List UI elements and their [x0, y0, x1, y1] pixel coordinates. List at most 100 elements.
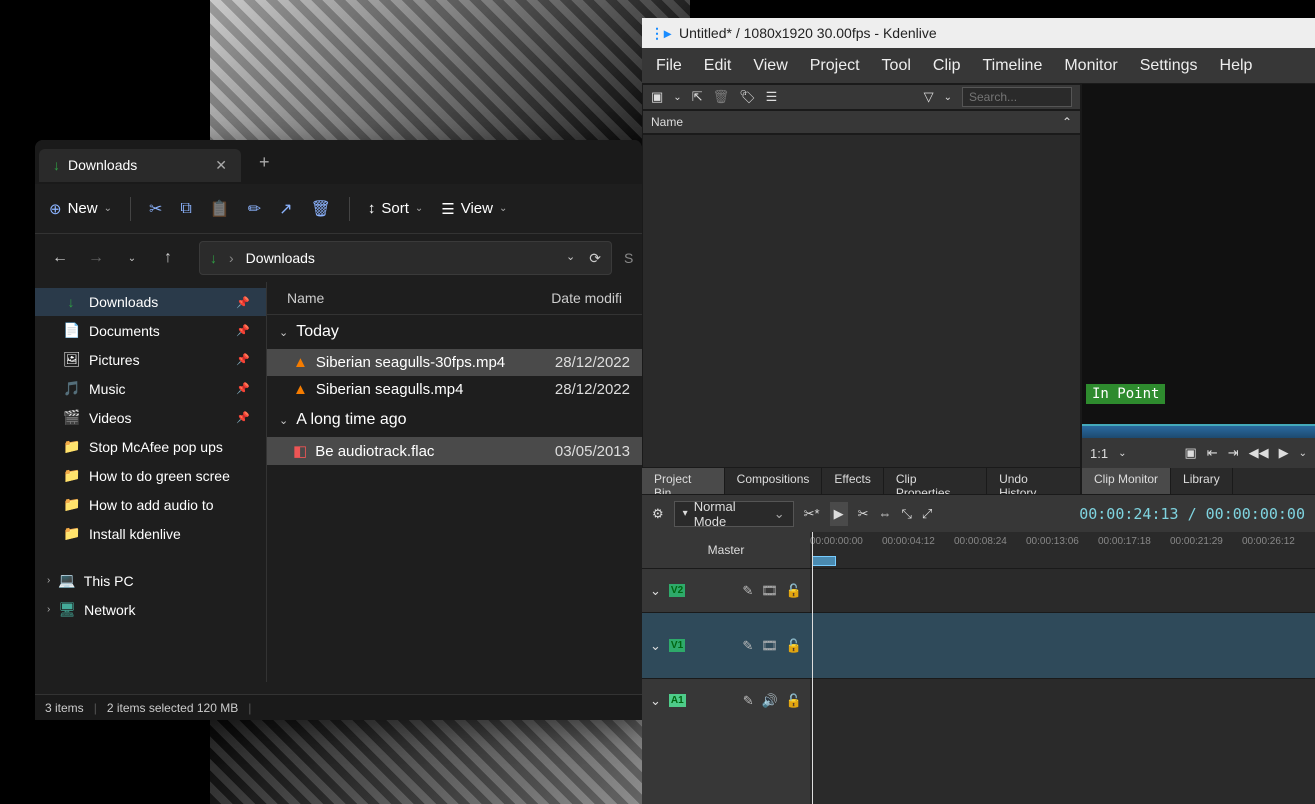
- file-row[interactable]: ◧Be audiotrack.flac03/05/2013: [267, 437, 642, 465]
- goto-end-icon[interactable]: ⇥: [1228, 445, 1239, 461]
- view-button[interactable]: ☰View⌄: [441, 200, 507, 218]
- effects-icon[interactable]: ✎: [743, 693, 754, 709]
- menu-edit[interactable]: Edit: [704, 57, 732, 75]
- sidebar-item-videos[interactable]: 🎬Videos📌: [35, 403, 266, 432]
- track-lane-v1[interactable]: [810, 612, 1315, 678]
- edit-mode-select[interactable]: ▾ Normal Mode ⌄: [674, 501, 794, 527]
- tab-downloads[interactable]: ↓ Downloads ✕: [39, 149, 241, 182]
- video-icon[interactable]: 🎞: [761, 583, 778, 599]
- master-track[interactable]: Master: [642, 532, 810, 568]
- chevron-down-icon[interactable]: ⌄: [1299, 448, 1307, 459]
- set-in-icon[interactable]: ▣: [1185, 445, 1197, 461]
- tab-project-bin[interactable]: Project Bin: [642, 468, 725, 494]
- title-bar[interactable]: ⋮▸ Untitled* / 1080x1920 30.00fps - Kden…: [642, 18, 1315, 48]
- video-icon[interactable]: 🎞: [761, 638, 778, 654]
- track-header-v1[interactable]: ⌄V1✎🎞🔓: [642, 612, 810, 678]
- forward-button[interactable]: →: [81, 249, 111, 267]
- add-clip-icon[interactable]: ⇱: [692, 89, 703, 105]
- share-icon[interactable]: ↗: [279, 199, 292, 219]
- menu-project[interactable]: Project: [810, 57, 860, 75]
- clip-thumbnail[interactable]: [812, 556, 836, 566]
- menu-tool[interactable]: Tool: [882, 57, 911, 75]
- razor-tool-icon[interactable]: ✂: [858, 506, 869, 522]
- track-header-v2[interactable]: ⌄V2✎🎞🔓: [642, 568, 810, 612]
- settings-icon[interactable]: ⚙: [652, 506, 664, 522]
- menu-icon[interactable]: ☰: [766, 89, 778, 105]
- sidebar-item-documents[interactable]: 📄Documents📌: [35, 316, 266, 345]
- group-header[interactable]: ⌄Today: [267, 315, 642, 349]
- timeline-body[interactable]: 00:00:00:0000:00:04:1200:00:08:2400:00:1…: [810, 532, 1315, 804]
- new-button[interactable]: ⊕ New ⌄: [49, 200, 112, 218]
- lock-icon[interactable]: 🔓: [786, 583, 802, 599]
- monitor-viewport[interactable]: In Point: [1082, 84, 1315, 438]
- delete-icon[interactable]: 🗑: [311, 199, 331, 219]
- sidebar-item-how-to-add-audio-to[interactable]: 📁How to add audio to: [35, 490, 266, 519]
- sidebar-item-how-to-do-green-scree[interactable]: 📁How to do green scree: [35, 461, 266, 490]
- menu-clip[interactable]: Clip: [933, 57, 961, 75]
- effects-icon[interactable]: ✎: [742, 638, 753, 654]
- sidebar-item-stop-mcafee-pop-ups[interactable]: 📁Stop McAfee pop ups: [35, 432, 266, 461]
- breadcrumb[interactable]: Downloads: [246, 250, 315, 266]
- playhead[interactable]: [812, 532, 813, 804]
- menu-help[interactable]: Help: [1220, 57, 1253, 75]
- back-button[interactable]: ←: [45, 249, 75, 267]
- col-name[interactable]: Name: [287, 290, 551, 306]
- chevron-down-icon[interactable]: ⌄: [650, 638, 661, 654]
- effects-icon[interactable]: ✎: [742, 583, 753, 599]
- tab-undo-history[interactable]: Undo History: [987, 468, 1081, 494]
- search-input[interactable]: S: [618, 250, 632, 266]
- timecode[interactable]: 00:00:24:13 / 00:00:00:00: [1079, 505, 1305, 523]
- select-tool-icon[interactable]: ▶: [830, 502, 848, 526]
- tab-compositions[interactable]: Compositions: [725, 468, 823, 494]
- ripple-icon[interactable]: ⤡: [902, 506, 912, 522]
- snap-icon[interactable]: ✂*: [804, 506, 820, 522]
- group-header[interactable]: ⌄A long time ago: [267, 403, 642, 437]
- lock-icon[interactable]: 🔓: [786, 693, 802, 709]
- sort-button[interactable]: ↕Sort⌄: [368, 200, 423, 217]
- sidebar-item-music[interactable]: 🎵Music📌: [35, 374, 266, 403]
- monitor-ruler[interactable]: [1082, 424, 1315, 438]
- menu-view[interactable]: View: [753, 57, 787, 75]
- new-tab-button[interactable]: +: [259, 152, 270, 173]
- rewind-icon[interactable]: ◀◀: [1249, 445, 1269, 461]
- tab-effects[interactable]: Effects: [822, 468, 883, 494]
- timeline-ruler[interactable]: 00:00:00:0000:00:04:1200:00:08:2400:00:1…: [810, 532, 1315, 568]
- filter-icon[interactable]: ▽: [924, 89, 934, 105]
- chevron-down-icon[interactable]: ⌄: [944, 92, 952, 103]
- sidebar-item-downloads[interactable]: ↓Downloads📌: [35, 288, 266, 316]
- search-input[interactable]: [962, 87, 1072, 107]
- tab-library[interactable]: Library: [1171, 468, 1233, 494]
- audio-icon[interactable]: 🔊: [762, 693, 778, 709]
- goto-start-icon[interactable]: ⇤: [1207, 445, 1218, 461]
- chevron-down-icon[interactable]: ⌄: [1118, 448, 1126, 459]
- spacer-tool-icon[interactable]: ⇔: [879, 506, 892, 521]
- cut-icon[interactable]: ✂: [149, 199, 162, 219]
- sidebar-group-this-pc[interactable]: ›💻This PC: [35, 566, 266, 595]
- bin-empty-area[interactable]: [642, 134, 1081, 468]
- tab-clip-monitor[interactable]: Clip Monitor: [1082, 468, 1171, 494]
- refresh-icon[interactable]: ⟳: [589, 250, 601, 267]
- bin-view-icon[interactable]: ▣: [651, 89, 663, 105]
- track-lane-v2[interactable]: [810, 568, 1315, 612]
- up-button[interactable]: ↑: [153, 249, 183, 267]
- menu-file[interactable]: File: [656, 57, 682, 75]
- copy-icon[interactable]: ⧉: [180, 200, 191, 218]
- delete-clip-icon[interactable]: 🗑: [713, 89, 730, 105]
- sort-icon[interactable]: ⌃: [1062, 115, 1072, 129]
- rename-icon[interactable]: ✏: [248, 199, 261, 219]
- recent-button[interactable]: ⌄: [117, 253, 147, 264]
- column-headers[interactable]: Name Date modifi: [267, 282, 642, 315]
- play-icon[interactable]: ▶: [1279, 445, 1289, 461]
- dropdown-icon[interactable]: ⌄: [566, 250, 575, 267]
- paste-icon[interactable]: 📋: [210, 199, 230, 219]
- lock-icon[interactable]: 🔓: [786, 638, 802, 654]
- menu-timeline[interactable]: Timeline: [982, 57, 1042, 75]
- zoom-ratio[interactable]: 1:1: [1090, 446, 1108, 461]
- mirror-icon[interactable]: ⤢: [922, 506, 932, 522]
- sidebar-item-pictures[interactable]: 🖼Pictures📌: [35, 345, 266, 374]
- menu-settings[interactable]: Settings: [1140, 57, 1198, 75]
- chevron-down-icon[interactable]: ⌄: [650, 583, 661, 599]
- col-date[interactable]: Date modifi: [551, 290, 622, 306]
- sidebar-item-install-kdenlive[interactable]: 📁Install kdenlive: [35, 519, 266, 548]
- tag-icon[interactable]: 🏷: [739, 89, 756, 105]
